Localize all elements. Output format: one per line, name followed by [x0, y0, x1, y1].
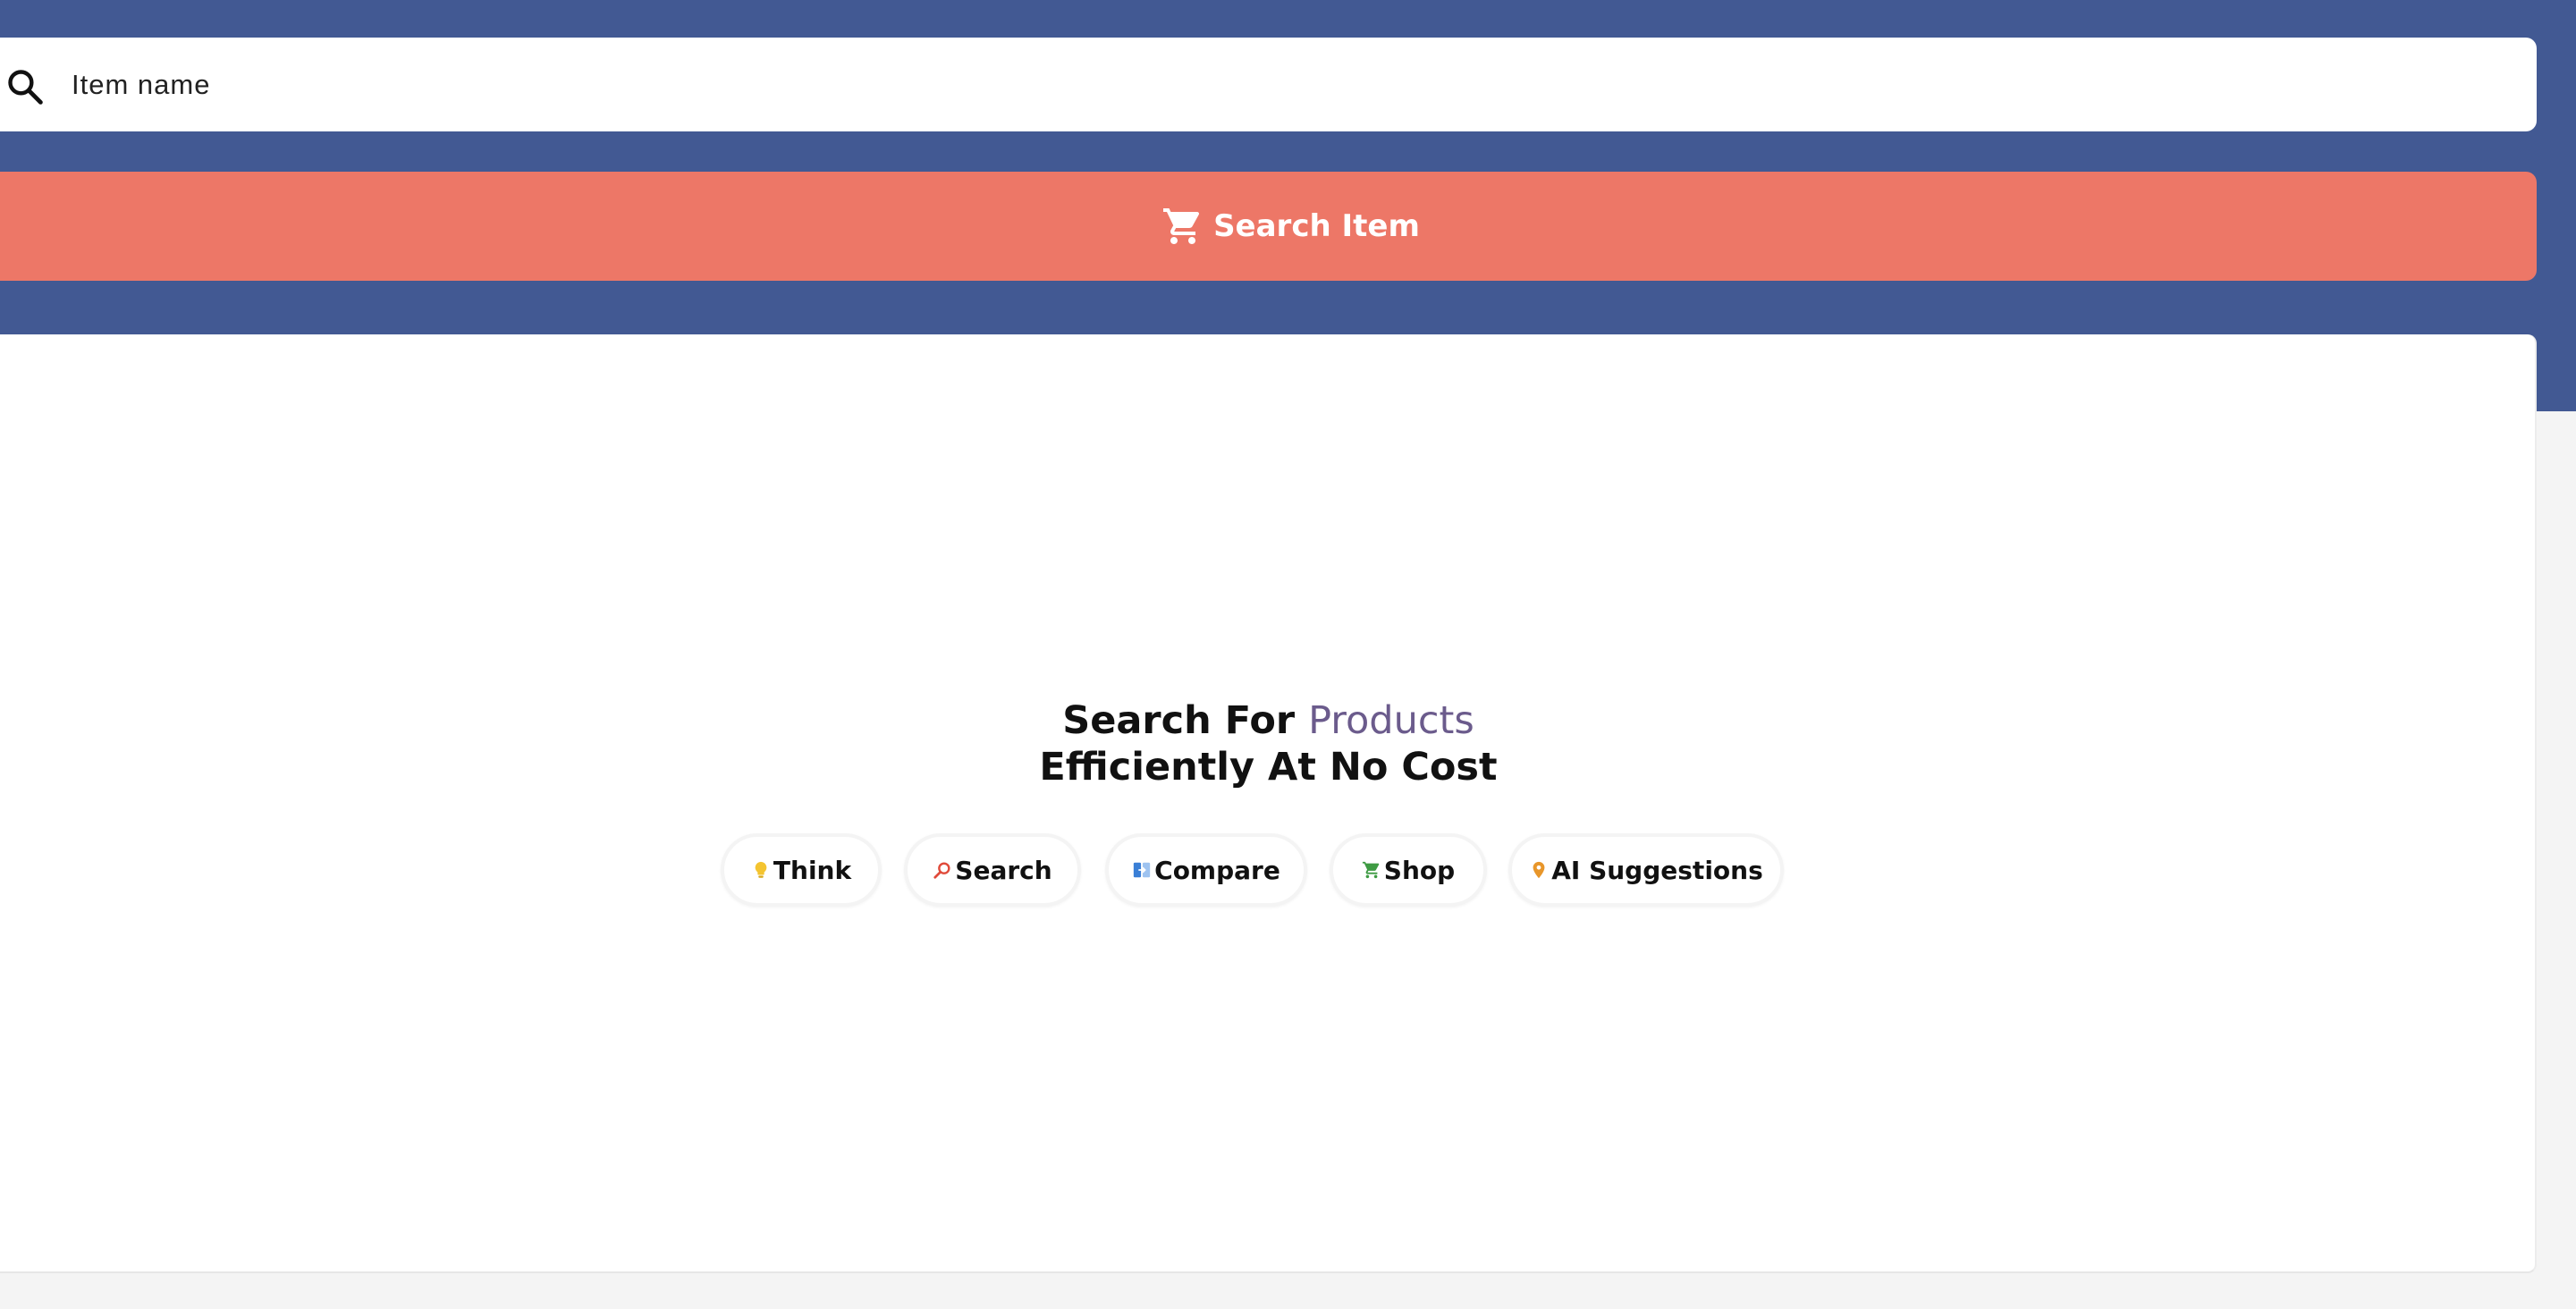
- lightbulb-icon: [755, 861, 767, 878]
- chip-compare[interactable]: Compare: [1105, 833, 1307, 907]
- hero-accent: Products: [1308, 698, 1474, 743]
- chip-search-label: Search: [955, 855, 1052, 885]
- chip-shop-label: Shop: [1383, 855, 1456, 885]
- compare-icon: [1133, 862, 1151, 878]
- chip-ai-suggestions-label: AI Suggestions: [1551, 855, 1763, 885]
- chip-search[interactable]: Search: [904, 833, 1081, 907]
- search-item-label: Search Item: [1213, 208, 1420, 244]
- chip-think[interactable]: Think: [721, 833, 882, 907]
- shopping-cart-icon: [1163, 208, 1200, 244]
- hero-prefix: Search For: [1062, 698, 1296, 743]
- search-input[interactable]: [72, 38, 2486, 131]
- feature-chips: Think Search Compare Shop AI Suggestions: [0, 833, 2576, 907]
- chip-think-label: Think: [773, 855, 852, 885]
- hero-line-1: Search For Products: [0, 697, 2537, 744]
- magnifier-icon: [933, 862, 950, 879]
- hero-text: Search For Products Efficiently At No Co…: [0, 697, 2537, 790]
- location-pin-icon: [1533, 861, 1545, 879]
- search-item-button-content: Search Item: [1161, 205, 1420, 248]
- app-root: Search Item Search For Products Efficien…: [0, 0, 2576, 1309]
- cart-icon: [1362, 861, 1380, 879]
- chip-compare-label: Compare: [1154, 855, 1280, 885]
- chip-ai-suggestions[interactable]: AI Suggestions: [1508, 833, 1784, 907]
- results-panel: [0, 334, 2537, 1273]
- hero-line-2: Efficiently At No Cost: [1039, 745, 1498, 790]
- search-item-button[interactable]: Search Item: [0, 172, 2537, 281]
- search-icon: [8, 70, 43, 105]
- search-field[interactable]: [0, 38, 2537, 131]
- chip-shop[interactable]: Shop: [1330, 833, 1487, 907]
